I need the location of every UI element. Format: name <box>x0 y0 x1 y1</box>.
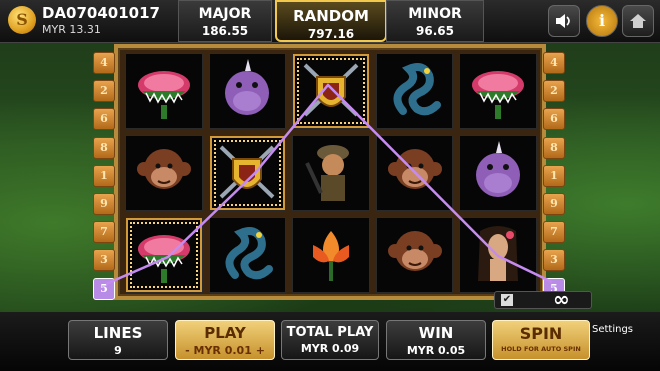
spin-label: SPIN <box>519 324 563 343</box>
venus-flytrap-icon <box>132 57 196 125</box>
reel-cell <box>459 135 537 211</box>
jackpot-random: RANDOM 797.16 <box>275 0 387 42</box>
line-numbers-left: 4 2 6 8 1 9 7 3 5 <box>93 52 115 306</box>
win-value: MYR 0.05 <box>406 344 466 357</box>
reel-cell <box>375 135 454 211</box>
line-number[interactable]: 4 <box>543 52 565 74</box>
lines-value: 9 <box>114 344 122 357</box>
jackpot-major-value: 186.55 <box>201 24 249 38</box>
lines-button[interactable]: LINES 9 <box>68 320 168 360</box>
reel-cell <box>208 217 287 293</box>
total-play-label: TOTAL PLAY <box>286 325 374 340</box>
reel-cell <box>292 53 370 129</box>
venus-flytrap-icon <box>132 221 196 289</box>
total-play-display: TOTAL PLAY MYR 0.09 <box>281 320 379 360</box>
home-button[interactable] <box>622 5 654 37</box>
win-display: WIN MYR 0.05 <box>386 320 486 360</box>
line-number[interactable]: 3 <box>93 249 115 272</box>
jackpot-major: MAJOR 186.55 <box>178 0 272 42</box>
reel-cell <box>375 53 454 129</box>
line-number[interactable]: 3 <box>543 249 565 272</box>
line-number[interactable]: 1 <box>93 164 115 187</box>
top-bar: S DA070401017 MYR 13.31 MAJOR 186.55 RAN… <box>0 0 660 43</box>
purple-rhino-icon <box>215 57 279 125</box>
settings-link[interactable]: Settings <box>592 324 633 335</box>
speaker-icon <box>556 14 570 28</box>
spin-button[interactable]: SPIN HOLD FOR AUTO SPIN <box>492 320 590 360</box>
total-play-value: MYR 0.09 <box>300 342 360 355</box>
jackpot-minor-label: MINOR <box>408 6 462 22</box>
autoplay-checkbox[interactable]: ✔ <box>501 294 513 306</box>
line-number[interactable]: 8 <box>543 136 565 159</box>
play-value-row: - MYR 0.01 + <box>176 344 274 357</box>
line-number[interactable]: 2 <box>93 80 115 103</box>
jungle-woman-icon <box>466 221 530 289</box>
home-icon <box>630 14 646 28</box>
blue-snake-icon <box>215 221 279 289</box>
monkey-icon <box>383 139 447 207</box>
account-balance: MYR 13.31 <box>42 23 101 36</box>
jackpot-random-value: 797.16 <box>307 27 355 41</box>
info-button[interactable]: i <box>586 5 618 37</box>
spin-hint: HOLD FOR AUTO SPIN <box>501 345 581 353</box>
play-bet-control: PLAY - MYR 0.01 + <box>175 320 275 360</box>
reel-cell <box>459 217 537 293</box>
play-label: PLAY <box>204 324 246 342</box>
purple-rhino-icon <box>466 139 530 207</box>
jackpot-major-label: MAJOR <box>198 6 252 22</box>
monkey-icon <box>383 221 447 289</box>
autoplay-count: ∞ <box>553 287 570 311</box>
line-number[interactable]: 8 <box>93 136 115 159</box>
win-label: WIN <box>418 324 454 342</box>
bet-decrease-button[interactable]: - <box>185 344 190 357</box>
coin-icon: S <box>8 6 36 34</box>
bet-increase-button[interactable]: + <box>256 344 265 357</box>
account-id: DA070401017 <box>42 4 160 22</box>
reel-cell <box>125 53 203 129</box>
reel-cell <box>208 135 287 211</box>
autoplay-widget[interactable]: ✔ ∞ <box>494 287 592 311</box>
blue-snake-icon <box>383 57 447 125</box>
crossed-rifles-shield-icon <box>299 57 363 125</box>
jackpot-minor-value: 96.65 <box>416 24 454 38</box>
reel-cell <box>125 135 203 211</box>
lines-label: LINES <box>93 324 143 342</box>
orange-flower-icon <box>299 221 363 289</box>
reel-grid <box>125 53 537 293</box>
line-number[interactable]: 4 <box>93 52 115 74</box>
explorer-hunter-icon <box>299 139 363 207</box>
venus-flytrap-icon <box>466 57 530 125</box>
sound-button[interactable] <box>548 5 580 37</box>
monkey-icon <box>132 139 196 207</box>
bet-value: MYR 0.01 <box>193 344 252 357</box>
line-number[interactable]: 7 <box>543 221 565 244</box>
line-number[interactable]: 5 <box>93 277 115 300</box>
jackpot-minor: MINOR 96.65 <box>386 0 484 42</box>
line-number[interactable]: 2 <box>543 80 565 103</box>
reel-cell <box>125 217 203 293</box>
jackpot-random-label: RANDOM <box>293 7 369 25</box>
line-number[interactable]: 6 <box>543 108 565 131</box>
line-number[interactable]: 6 <box>93 108 115 131</box>
line-number[interactable]: 7 <box>93 221 115 244</box>
reel-cell <box>459 53 537 129</box>
reel-cell <box>208 53 287 129</box>
line-numbers-right: 426819735 <box>543 52 565 306</box>
crossed-rifles-shield-icon <box>215 139 279 207</box>
reel-cell <box>375 217 454 293</box>
reel-cell <box>292 217 370 293</box>
reel-cell <box>292 135 370 211</box>
line-number[interactable]: 1 <box>543 164 565 187</box>
line-number[interactable]: 9 <box>93 192 115 215</box>
line-number[interactable]: 9 <box>543 192 565 215</box>
